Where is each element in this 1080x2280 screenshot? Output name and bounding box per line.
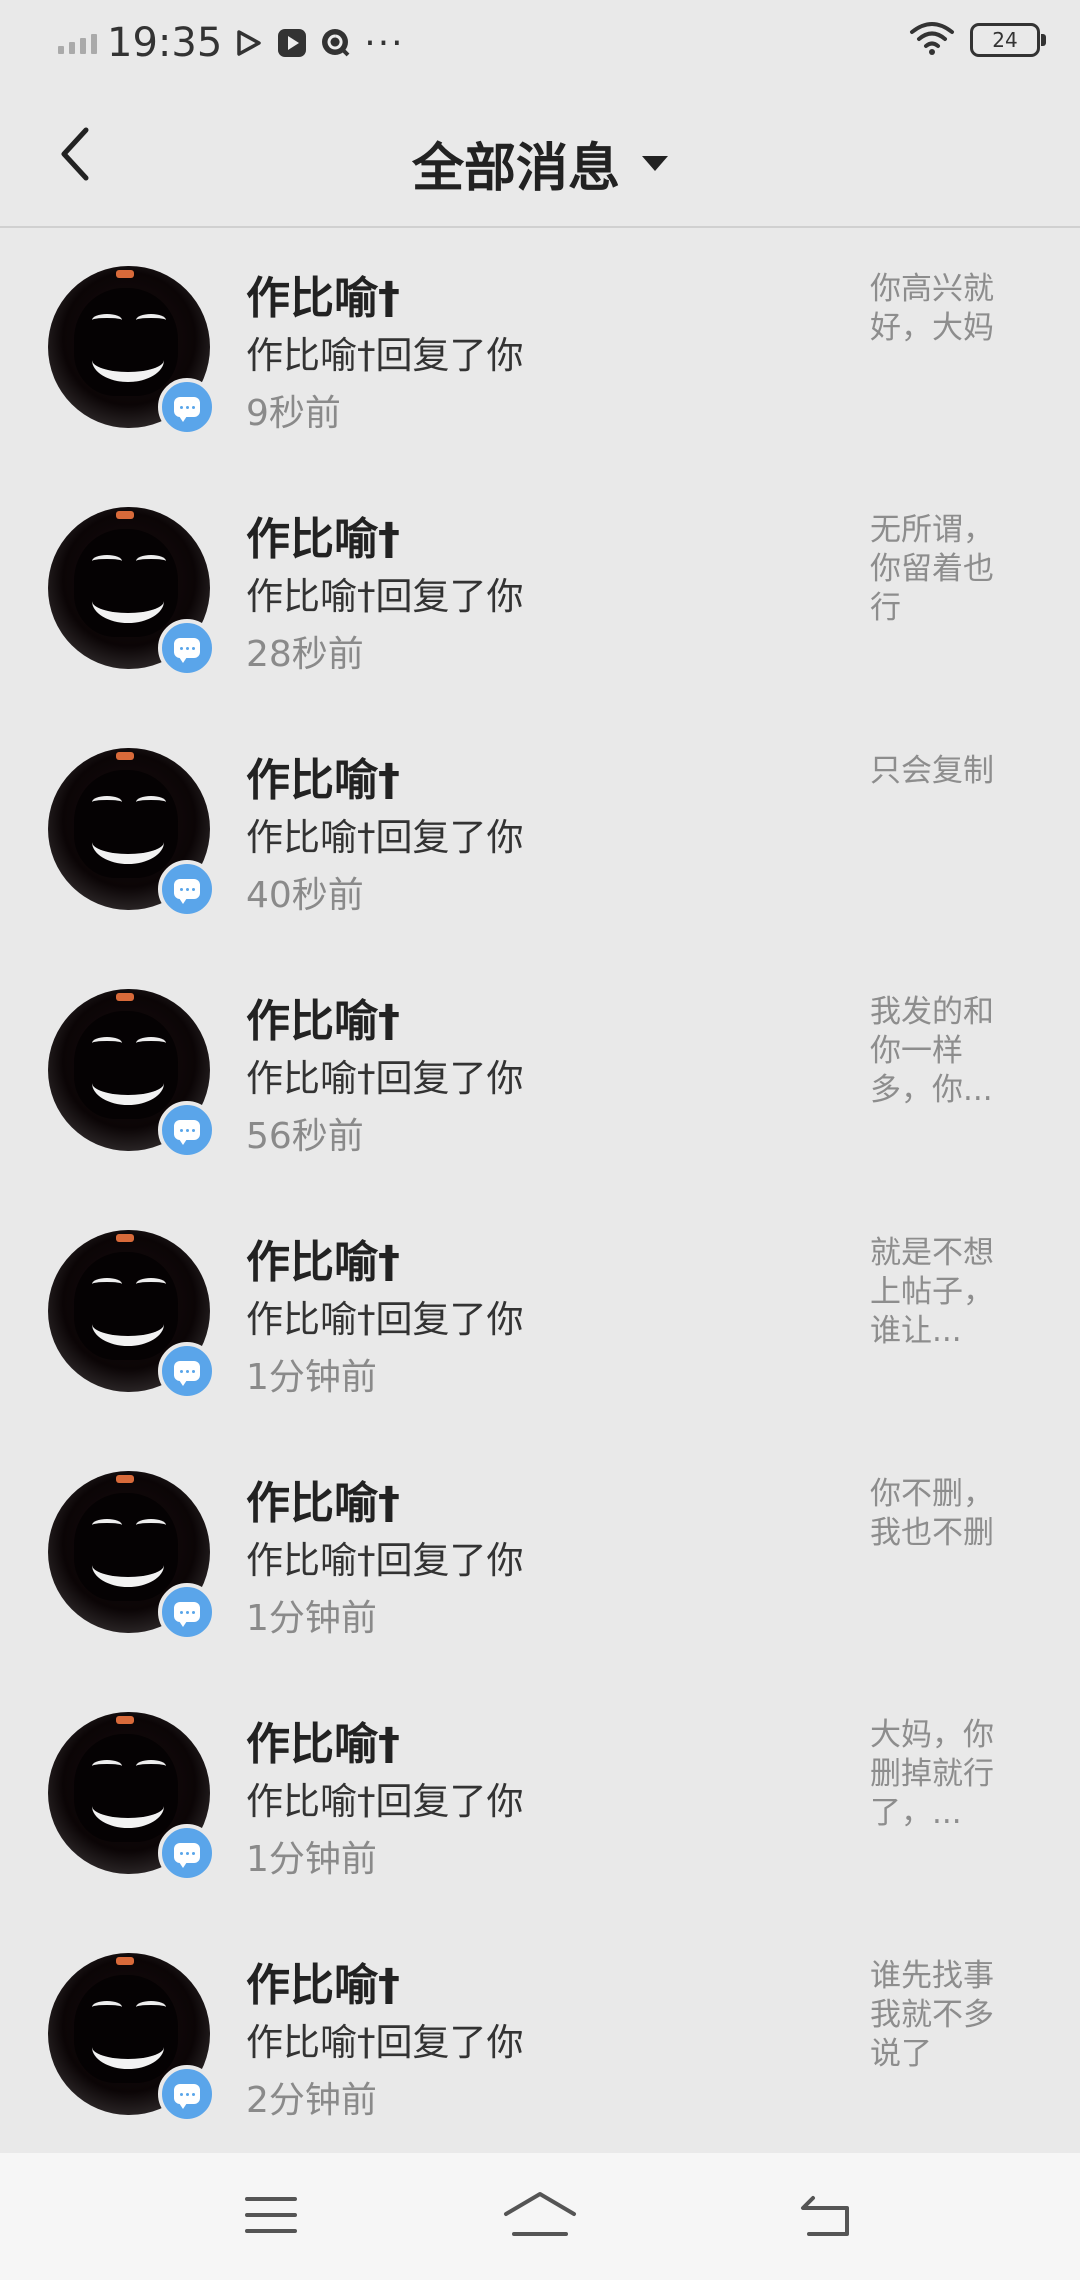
message-preview: 你高兴就好，大妈 xyxy=(870,271,994,346)
message-item[interactable]: 作比喻† 作比喻†回复了你 1分钟前 就是不想上帖子，谁让... xyxy=(0,1192,1080,1433)
reply-bubble-icon xyxy=(158,1824,216,1882)
title-dropdown[interactable]: 全部消息 xyxy=(0,126,1080,201)
reply-notice: 作比喻†回复了你 xyxy=(246,575,524,618)
timestamp: 1分钟前 xyxy=(246,1839,377,1880)
caret-down-icon xyxy=(642,156,668,171)
sender-name[interactable]: 作比喻† xyxy=(246,985,400,1049)
message-item[interactable]: 作比喻† 作比喻†回复了你 9秒前 你高兴就好，大妈 xyxy=(0,228,1080,469)
reply-notice: 作比喻†回复了你 xyxy=(246,816,524,859)
home-button[interactable] xyxy=(495,2175,585,2255)
message-item[interactable]: 作比喻† 作比喻†回复了你 56秒前 我发的和你一样多，你... xyxy=(0,951,1080,1192)
sender-name[interactable]: 作比喻† xyxy=(246,1467,400,1531)
play-icon xyxy=(230,25,266,61)
sender-name[interactable]: 作比喻† xyxy=(246,1226,400,1290)
message-preview: 就是不想上帖子，谁让... xyxy=(870,1235,994,1349)
message-item[interactable]: 作比喻† 作比喻†回复了你 1分钟前 你不删，我也不删 xyxy=(0,1433,1080,1674)
timestamp: 9秒前 xyxy=(246,393,341,434)
record-icon xyxy=(274,25,310,61)
header: 全部消息 xyxy=(0,86,1080,228)
sender-name[interactable]: 作比喻† xyxy=(246,1949,400,2013)
sender-name[interactable]: 作比喻† xyxy=(246,1708,400,1772)
message-preview: 你不删，我也不删 xyxy=(870,1476,994,1551)
reply-notice: 作比喻†回复了你 xyxy=(246,2021,524,2064)
reply-bubble-icon xyxy=(158,1583,216,1641)
menu-button[interactable] xyxy=(226,2175,316,2255)
message-list: 作比喻† 作比喻†回复了你 9秒前 你高兴就好，大妈 作比喻† 作比喻†回复了你… xyxy=(0,228,1080,2156)
message-item[interactable]: 作比喻† 作比喻†回复了你 2分钟前 谁先找事我就不多说了 xyxy=(0,1915,1080,2156)
message-item[interactable]: 作比喻† 作比喻†回复了你 28秒前 无所谓，你留着也行 xyxy=(0,469,1080,710)
message-preview: 大妈，你删掉就行了，... xyxy=(870,1717,994,1831)
qq-icon xyxy=(318,25,354,61)
timestamp: 40秒前 xyxy=(246,875,364,916)
reply-notice: 作比喻†回复了你 xyxy=(246,1539,524,1582)
timestamp: 1分钟前 xyxy=(246,1357,377,1398)
sender-name[interactable]: 作比喻† xyxy=(246,503,400,567)
status-left: 19:35 ··· xyxy=(58,18,405,68)
reply-bubble-icon xyxy=(158,860,216,918)
timestamp: 2分钟前 xyxy=(246,2080,377,2121)
message-item[interactable]: 作比喻† 作比喻†回复了你 1分钟前 大妈，你删掉就行了，... xyxy=(0,1674,1080,1915)
back-nav-button[interactable] xyxy=(780,2175,870,2255)
more-notifications: ··· xyxy=(364,22,405,64)
reply-notice: 作比喻†回复了你 xyxy=(246,1298,524,1341)
reply-notice: 作比喻†回复了你 xyxy=(246,1057,524,1100)
reply-notice: 作比喻†回复了你 xyxy=(246,334,524,377)
battery-level: 24 xyxy=(992,28,1018,52)
system-nav-bar xyxy=(0,2153,1080,2280)
status-time: 19:35 xyxy=(107,20,223,66)
home-icon xyxy=(504,2192,576,2236)
status-bar: 19:35 ··· 24 xyxy=(0,0,1080,86)
message-preview: 只会复制 xyxy=(870,753,994,789)
page-title: 全部消息 xyxy=(411,139,620,199)
wifi-icon xyxy=(908,20,956,60)
reply-bubble-icon xyxy=(158,1101,216,1159)
reply-bubble-icon xyxy=(158,2065,216,2123)
reply-bubble-icon xyxy=(158,378,216,436)
message-preview: 无所谓，你留着也行 xyxy=(870,512,994,626)
battery-icon: 24 xyxy=(970,23,1046,57)
timestamp: 28秒前 xyxy=(246,634,364,675)
signal-icon xyxy=(58,32,97,54)
timestamp: 56秒前 xyxy=(246,1116,364,1157)
reply-bubble-icon xyxy=(158,619,216,677)
message-item[interactable]: 作比喻† 作比喻†回复了你 40秒前 只会复制 xyxy=(0,710,1080,951)
message-preview: 我发的和你一样多，你... xyxy=(870,994,994,1108)
back-icon xyxy=(801,2196,849,2236)
sender-name[interactable]: 作比喻† xyxy=(246,262,400,326)
sender-name[interactable]: 作比喻† xyxy=(246,744,400,808)
reply-notice: 作比喻†回复了你 xyxy=(246,1780,524,1823)
menu-icon xyxy=(245,2197,297,2233)
status-right: 24 xyxy=(908,20,1046,60)
timestamp: 1分钟前 xyxy=(246,1598,377,1639)
message-preview: 谁先找事我就不多说了 xyxy=(870,1958,994,2072)
reply-bubble-icon xyxy=(158,1342,216,1400)
